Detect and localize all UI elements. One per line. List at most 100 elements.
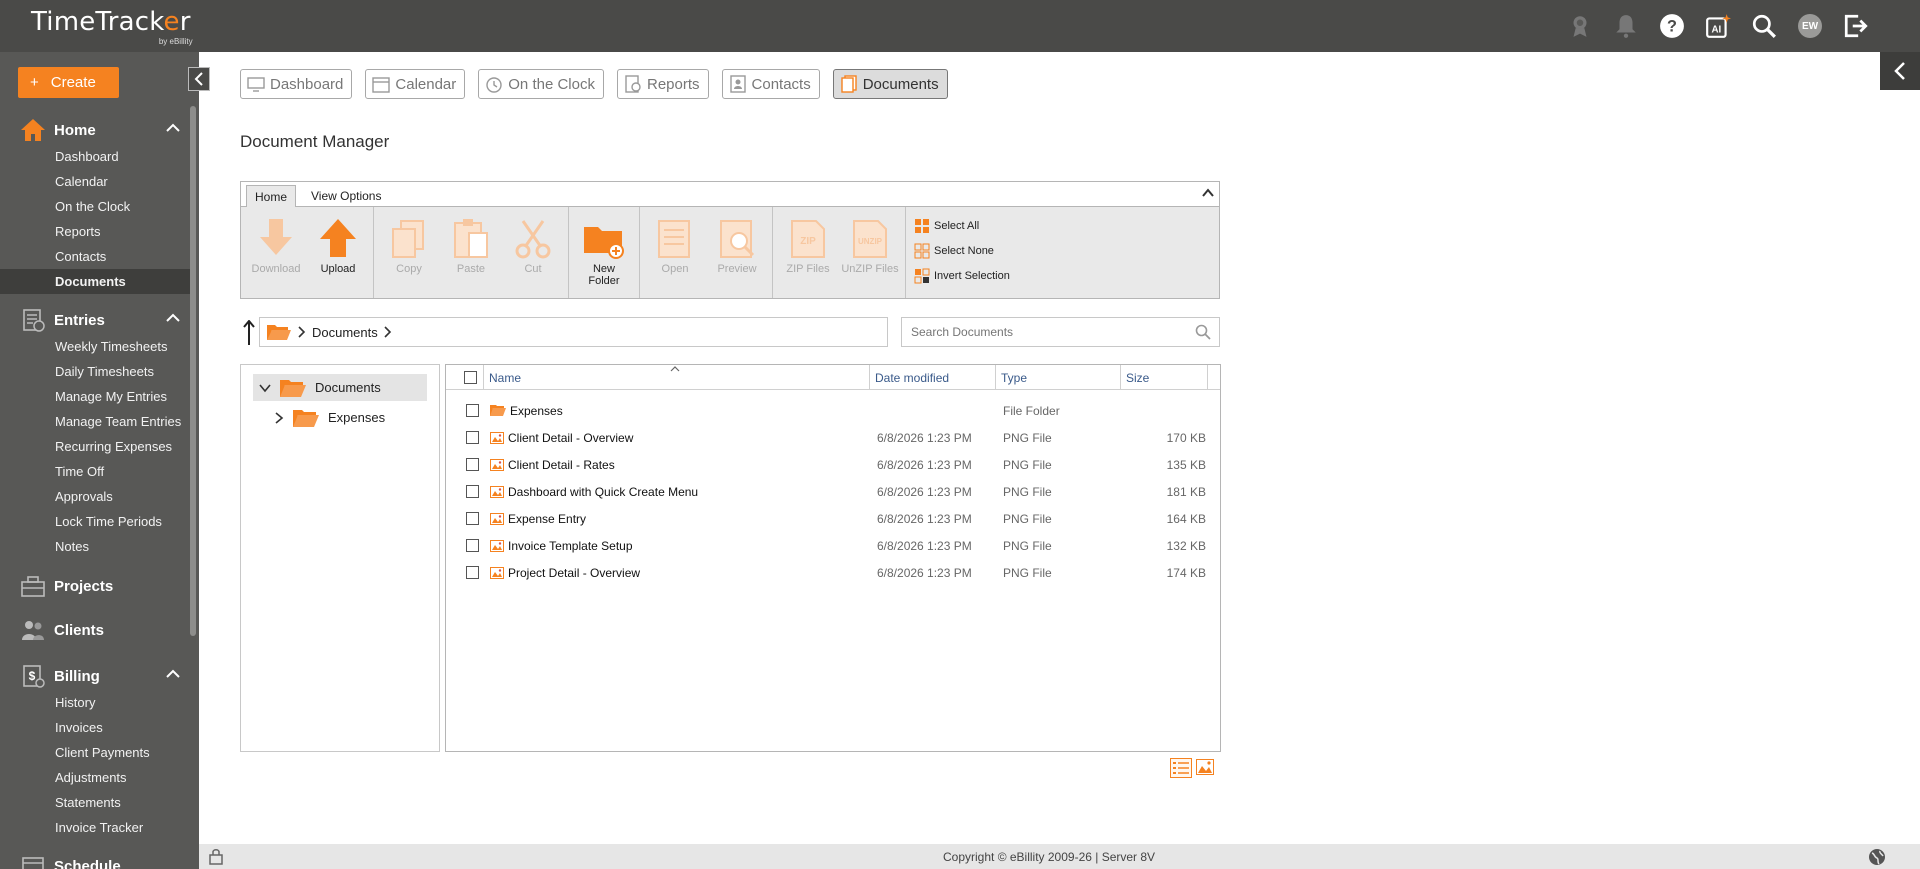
download-button[interactable]: Download: [245, 207, 307, 298]
sidebar-item-manage-my-entries[interactable]: Manage My Entries: [0, 384, 190, 409]
globe-icon[interactable]: [1868, 848, 1886, 866]
file-row[interactable]: Client Detail - Rates 6/8/2026 1:23 PM P…: [446, 451, 1220, 478]
row-checkbox[interactable]: [466, 485, 479, 498]
row-checkbox[interactable]: [466, 539, 479, 552]
nav-head-home[interactable]: Home: [0, 116, 190, 144]
bell-icon[interactable]: [1610, 10, 1642, 42]
sidebar-item-time-off[interactable]: Time Off: [0, 459, 190, 484]
sidebar-item-adjustments[interactable]: Adjustments: [0, 765, 190, 790]
column-date-modified[interactable]: Date modified: [870, 365, 996, 390]
breadcrumb-current[interactable]: Documents: [312, 325, 378, 340]
create-button[interactable]: + Create: [18, 67, 119, 98]
lock-icon[interactable]: [209, 848, 223, 865]
sidebar-item-history[interactable]: History: [0, 690, 190, 715]
tab-documents[interactable]: Documents: [832, 69, 948, 99]
file-type: PNG File: [1003, 430, 1052, 445]
upload-button[interactable]: Upload: [307, 207, 369, 298]
sidebar-scrollbar[interactable]: [190, 106, 196, 636]
file-row[interactable]: Expense Entry 6/8/2026 1:23 PM PNG File …: [446, 505, 1220, 532]
sidebar-item-weekly-timesheets[interactable]: Weekly Timesheets: [0, 334, 190, 359]
nav-head-projects[interactable]: Projects: [0, 572, 190, 600]
up-arrow-icon[interactable]: [242, 320, 256, 346]
copy-button[interactable]: Copy: [378, 207, 440, 298]
side-panel-toggle[interactable]: [1880, 52, 1920, 90]
chevron-down-icon[interactable]: [259, 383, 271, 393]
column-size[interactable]: Size: [1121, 365, 1208, 390]
select-all-checkbox[interactable]: [464, 371, 477, 384]
ai-icon[interactable]: AI: [1702, 10, 1734, 42]
tab-contacts[interactable]: Contacts: [721, 69, 820, 99]
paste-button[interactable]: Paste: [440, 207, 502, 298]
sidebar-item-statements[interactable]: Statements: [0, 790, 190, 815]
ribbon-tab-view-options[interactable]: View Options: [303, 185, 389, 207]
new-folder-button[interactable]: New Folder: [573, 207, 635, 298]
tab-calendar[interactable]: Calendar: [365, 69, 466, 99]
row-checkbox[interactable]: [466, 566, 479, 579]
select-all-button[interactable]: Select All: [914, 217, 1010, 234]
sidebar-item-notes[interactable]: Notes: [0, 534, 190, 559]
select-none-button[interactable]: Select None: [914, 242, 1010, 259]
chevron-right-icon[interactable]: [384, 326, 392, 338]
file-row[interactable]: Project Detail - Overview 6/8/2026 1:23 …: [446, 559, 1220, 586]
sidebar-item-calendar[interactable]: Calendar: [0, 169, 190, 194]
ribbon-group-zip: ZIP ZIP Files UNZIP UnZIP Files: [773, 207, 906, 298]
app-logo[interactable]: TimeTracker by eBillity: [31, 7, 193, 46]
file-row-expenses[interactable]: Expenses File Folder: [446, 397, 1220, 424]
column-name[interactable]: Name: [484, 365, 870, 390]
sidebar-item-on-the-clock[interactable]: On the Clock: [0, 194, 190, 219]
achievement-icon[interactable]: [1564, 10, 1596, 42]
sidebar-item-client-payments[interactable]: Client Payments: [0, 740, 190, 765]
thumbnail-view-icon[interactable]: [1196, 758, 1214, 776]
scissors-icon: [515, 220, 551, 259]
zip-files-button[interactable]: ZIP ZIP Files: [777, 207, 839, 298]
copy-icon: [392, 220, 424, 258]
tab-reports[interactable]: Reports: [616, 69, 709, 99]
nav-head-schedule[interactable]: Schedule: [0, 852, 190, 869]
sidebar-item-approvals[interactable]: Approvals: [0, 484, 190, 509]
sidebar-item-dashboard[interactable]: Dashboard: [0, 144, 190, 169]
sidebar-item-lock-time-periods[interactable]: Lock Time Periods: [0, 509, 190, 534]
nav-head-entries[interactable]: Entries: [0, 306, 190, 334]
file-row[interactable]: Dashboard with Quick Create Menu 6/8/202…: [446, 478, 1220, 505]
search-input[interactable]: [902, 318, 1182, 346]
tab-on-the-clock[interactable]: On the Clock: [478, 69, 604, 99]
chevron-up-icon[interactable]: [1201, 186, 1215, 200]
nav-head-billing[interactable]: $ Billing: [0, 662, 190, 690]
sidebar-item-reports[interactable]: Reports: [0, 219, 190, 244]
cut-button[interactable]: Cut: [502, 207, 564, 298]
tab-dashboard[interactable]: Dashboard: [240, 69, 353, 99]
tree-node-documents[interactable]: Documents: [253, 374, 427, 401]
row-checkbox[interactable]: [466, 458, 479, 471]
sidebar-item-invoices[interactable]: Invoices: [0, 715, 190, 740]
search-icon[interactable]: [1195, 324, 1211, 340]
ribbon-tab-home[interactable]: Home: [246, 185, 297, 207]
logout-icon[interactable]: [1840, 10, 1872, 42]
open-button[interactable]: Open: [644, 207, 706, 298]
chevron-right-icon[interactable]: [274, 411, 284, 424]
avatar[interactable]: EW: [1794, 10, 1826, 42]
app-name-o: e: [163, 7, 180, 37]
tree-node-expenses[interactable]: Expenses: [274, 404, 385, 431]
sidebar-item-documents[interactable]: Documents: [0, 269, 190, 294]
sidebar-item-daily-timesheets[interactable]: Daily Timesheets: [0, 359, 190, 384]
file-row[interactable]: Invoice Template Setup 6/8/2026 1:23 PM …: [446, 532, 1220, 559]
invert-selection-button[interactable]: Invert Selection: [914, 267, 1010, 284]
unzip-files-button[interactable]: UNZIP UnZIP Files: [839, 207, 901, 298]
row-checkbox[interactable]: [466, 404, 479, 417]
sidebar-item-contacts[interactable]: Contacts: [0, 244, 190, 269]
row-checkbox[interactable]: [466, 512, 479, 525]
nav-head-clients[interactable]: Clients: [0, 616, 190, 644]
sidebar-item-manage-team-entries[interactable]: Manage Team Entries: [0, 409, 190, 434]
row-checkbox[interactable]: [466, 431, 479, 444]
sidebar-collapse-button[interactable]: [188, 67, 210, 91]
help-icon[interactable]: ?: [1656, 10, 1688, 42]
sidebar-item-recurring-expenses[interactable]: Recurring Expenses: [0, 434, 190, 459]
search-icon[interactable]: [1748, 10, 1780, 42]
nav-section-entries: Entries Weekly Timesheets Daily Timeshee…: [0, 306, 190, 559]
details-view-icon[interactable]: [1170, 758, 1192, 778]
preview-button[interactable]: Preview: [706, 207, 768, 298]
column-type[interactable]: Type: [996, 365, 1121, 390]
file-row[interactable]: Client Detail - Overview 6/8/2026 1:23 P…: [446, 424, 1220, 451]
breadcrumb[interactable]: Documents: [259, 317, 888, 347]
sidebar-item-invoice-tracker[interactable]: Invoice Tracker: [0, 815, 190, 840]
